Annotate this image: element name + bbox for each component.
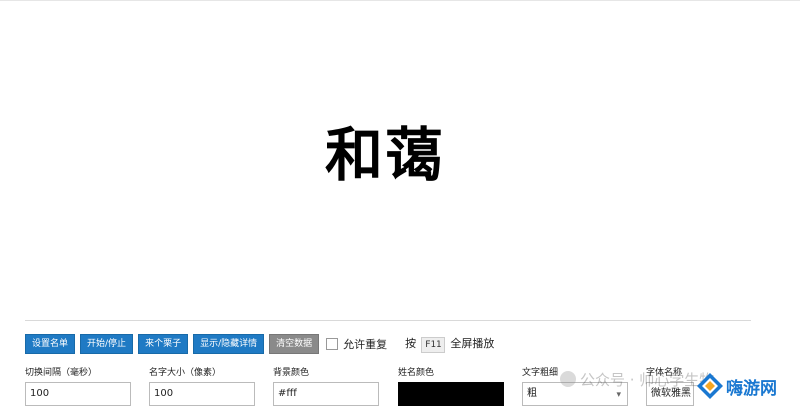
interval-label: 切换间隔（毫秒） [25, 368, 98, 378]
toggle-details-button[interactable]: 显示/隐藏详情 [193, 333, 265, 354]
display-name: 和蔼 [324, 121, 445, 189]
toolbar: 设置名单 开始/停止 来个栗子 显示/隐藏详情 清空数据 允许重复 按 F11 全屏… [25, 333, 494, 354]
font-weight-select[interactable]: 粗 ▾ [522, 382, 628, 406]
name-color-field: 姓名颜色 [398, 367, 504, 406]
site-logo: 嗨游网 [696, 372, 777, 400]
logo-icon [697, 373, 723, 399]
divider [25, 320, 751, 321]
font-size-label: 名字大小（像素） [149, 368, 222, 378]
font-family-input[interactable]: 微软雅黑 [646, 382, 694, 406]
font-family-field: 字体名称 微软雅黑 [646, 367, 694, 406]
allow-repeat-label: 允许重复 [343, 337, 388, 351]
font-weight-label: 文字粗细 [522, 368, 559, 378]
logo-text: 嗨游网 [726, 378, 777, 399]
chevron-down-icon: ▾ [616, 390, 621, 400]
top-border [0, 0, 800, 1]
font-family-label: 字体名称 [646, 368, 683, 378]
name-color-label: 姓名颜色 [398, 368, 435, 378]
hint-prefix: 按 [405, 336, 417, 350]
f11-key: F11 [421, 336, 446, 353]
font-weight-value: 粗 [527, 388, 537, 399]
fullscreen-hint: 按 F11 全屏播放 [405, 335, 494, 353]
bg-color-label: 背景颜色 [273, 368, 310, 378]
interval-field: 切换间隔（毫秒） 100 [25, 367, 131, 406]
hint-suffix: 全屏播放 [450, 336, 495, 350]
allow-repeat-checkbox[interactable] [326, 337, 339, 350]
example-button[interactable]: 来个栗子 [138, 333, 189, 354]
clear-data-button[interactable]: 清空数据 [269, 333, 320, 354]
font-weight-field: 文字粗细 粗 ▾ [522, 367, 628, 406]
bg-color-input[interactable]: #fff [273, 382, 379, 406]
font-size-field: 名字大小（像素） 100 [149, 367, 255, 406]
set-list-button[interactable]: 设置名单 [25, 333, 76, 354]
name-color-swatch[interactable] [398, 382, 504, 406]
bg-color-field: 背景颜色 #fff [273, 367, 379, 406]
interval-input[interactable]: 100 [25, 382, 131, 406]
font-size-input[interactable]: 100 [149, 382, 255, 406]
start-stop-button[interactable]: 开始/停止 [80, 333, 134, 354]
